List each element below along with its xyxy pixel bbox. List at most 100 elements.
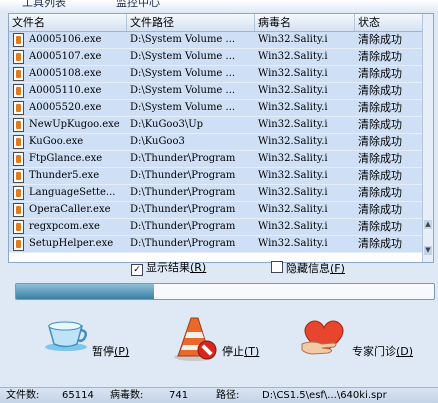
vertical-scrollbar[interactable]: ▲ ▼ (422, 14, 433, 262)
path-cell: D:\System Volume ... (130, 51, 236, 62)
table-row[interactable]: NewUpKugoo.exe D:\KuGoo3\Up Win32.Sality.i… (9, 117, 433, 134)
show-results-label: 显示结果 (146, 261, 190, 274)
exe-file-icon (13, 50, 24, 64)
status-cell: 清除成功 (358, 33, 402, 46)
path-cell: D:\System Volume ... (130, 85, 236, 96)
expert-clinic-hotkey: (D) (396, 345, 414, 358)
filename-cell: NewUpKugoo.exe (29, 119, 120, 130)
table-row[interactable]: A0005106.exe D:\System Volume ... Win32.Sa… (9, 32, 433, 49)
status-cell: 清除成功 (358, 50, 402, 63)
show-results-option[interactable]: ✓ 显示结果(R) (131, 261, 207, 276)
hide-info-checkbox[interactable] (271, 261, 283, 273)
tab-monitor-center[interactable]: 监控中心 (116, 0, 160, 11)
filename-cell: SetupHelper.exe (29, 238, 114, 249)
expert-clinic-label: 专家门诊 (352, 345, 396, 358)
filename-cell: A0005110.exe (29, 85, 102, 96)
path-cell: D:\Thunder\Program (130, 170, 236, 181)
stop-label: 停止 (222, 345, 244, 358)
virus-name-cell: Win32.Sality.i (258, 238, 328, 249)
file-count-label: 文件数: (6, 390, 40, 401)
table-row[interactable]: regxpcom.exe D:\Thunder\Program Win32.Sali… (9, 219, 433, 236)
table-row[interactable]: FtpGlance.exe D:\Thunder\Program Win32.Sal… (9, 151, 433, 168)
path-cell: D:\KuGoo3 (130, 136, 185, 147)
virus-name-cell: Win32.Sality.i (258, 102, 328, 113)
table-row[interactable]: SetupHelper.exe D:\Thunder\Program Win32.S… (9, 236, 433, 253)
hide-info-label: 隐藏信息 (286, 262, 330, 275)
status-cell: 清除成功 (358, 169, 402, 182)
filename-cell: A0005106.exe (29, 34, 102, 45)
filename-cell: A0005520.exe (29, 102, 102, 113)
filename-cell: KuGoo.exe (29, 136, 84, 147)
table-row[interactable]: LanguageSette... D:\Thunder\Program Win32.… (9, 185, 433, 202)
filename-cell: Thunder5.exe (29, 170, 100, 181)
virus-name-cell: Win32.Sality.i (258, 136, 328, 147)
stop-button[interactable]: 停止(T) (172, 316, 272, 361)
exe-file-icon (13, 152, 24, 166)
status-cell: 清除成功 (358, 84, 402, 97)
table-row[interactable]: A0005107.exe D:\System Volume ... Win32.Sa… (9, 49, 433, 66)
exe-file-icon (13, 237, 24, 251)
virus-name-cell: Win32.Sality.i (258, 170, 328, 181)
filename-cell: regxpcom.exe (29, 221, 100, 232)
virus-name-cell: Win32.Sality.i (258, 221, 328, 232)
show-results-checkbox[interactable]: ✓ (131, 264, 143, 276)
scan-results-table: 文件名 文件路径 病毒名 状态 A0005106.exe D:\System Vo… (8, 13, 434, 263)
coffee-cup-icon (45, 321, 88, 351)
path-cell: D:\Thunder\Program (130, 187, 236, 198)
status-cell: 清除成功 (358, 152, 402, 165)
table-row[interactable]: Thunder5.exe D:\Thunder\Program Win32.Sali… (9, 168, 433, 185)
table-row[interactable]: A0005108.exe D:\System Volume ... Win32.Sa… (9, 66, 433, 83)
exe-file-icon (13, 203, 24, 217)
path-cell: D:\Thunder\Program (130, 221, 236, 232)
exe-file-icon (13, 84, 24, 98)
virus-name-cell: Win32.Sality.i (258, 51, 328, 62)
table-header: 文件名 文件路径 病毒名 状态 (9, 14, 433, 32)
hide-info-hotkey: (F) (330, 262, 345, 275)
tab-strip: 工具列表 监控中心 (0, 0, 438, 13)
column-header-virus[interactable]: 病毒名 (255, 14, 355, 31)
table-row[interactable]: A0005520.exe D:\System Volume ... Win32.Sa… (9, 100, 433, 117)
filename-cell: A0005107.exe (29, 51, 102, 62)
column-header-path[interactable]: 文件路径 (127, 14, 255, 31)
exe-file-icon (13, 101, 24, 115)
exe-file-icon (13, 135, 24, 149)
path-label: 路径: (216, 390, 240, 401)
exe-file-icon (13, 220, 24, 234)
virus-count-label: 病毒数: (110, 390, 144, 401)
column-header-filename[interactable]: 文件名 (9, 14, 127, 31)
scroll-up-arrow-icon[interactable]: ▲ (424, 220, 432, 229)
filename-cell: A0005108.exe (29, 68, 102, 79)
progress-fill (16, 284, 154, 299)
table-row[interactable]: KuGoo.exe D:\KuGoo3 Win32.Sality.i 清除成功 (9, 134, 433, 151)
status-cell: 清除成功 (358, 67, 402, 80)
heart-hand-icon (301, 320, 344, 355)
show-results-hotkey: (R) (190, 261, 207, 274)
exe-file-icon (13, 169, 24, 183)
scan-progress-bar (15, 283, 435, 300)
traffic-cone-stop-icon (174, 317, 217, 361)
exe-file-icon (13, 33, 24, 47)
path-cell: D:\System Volume ... (130, 34, 236, 45)
virus-name-cell: Win32.Sality.i (258, 153, 328, 164)
status-cell: 清除成功 (358, 135, 402, 148)
virus-name-cell: Win32.Sality.i (258, 119, 328, 130)
status-cell: 清除成功 (358, 186, 402, 199)
pause-button[interactable]: 暂停(P) (44, 318, 144, 358)
virus-name-cell: Win32.Sality.i (258, 187, 328, 198)
table-body: A0005106.exe D:\System Volume ... Win32.Sa… (9, 32, 433, 253)
virus-name-cell: Win32.Sality.i (258, 85, 328, 96)
status-bar: 文件数: 65114 病毒数: 741 路径: D:\CS1.5\esf\...… (0, 387, 438, 403)
tab-tool-list[interactable]: 工具列表 (22, 0, 66, 11)
path-cell: D:\System Volume ... (130, 68, 236, 79)
scroll-down-arrow-icon[interactable]: ▼ (424, 246, 432, 255)
table-row[interactable]: OperaCaller.exe D:\Thunder\Program Win32.S… (9, 202, 433, 219)
expert-clinic-button[interactable]: 专家门诊(D) (300, 318, 436, 358)
stop-hotkey: (T) (244, 345, 260, 358)
table-row[interactable]: A0005110.exe D:\System Volume ... Win32.Sa… (9, 83, 433, 100)
hide-info-option[interactable]: 隐藏信息(F) (271, 261, 345, 275)
filename-cell: LanguageSette... (29, 187, 116, 198)
status-cell: 清除成功 (358, 237, 402, 250)
virus-name-cell: Win32.Sality.i (258, 34, 328, 45)
virus-name-cell: Win32.Sality.i (258, 68, 328, 79)
path-cell: D:\Thunder\Program (130, 204, 236, 215)
